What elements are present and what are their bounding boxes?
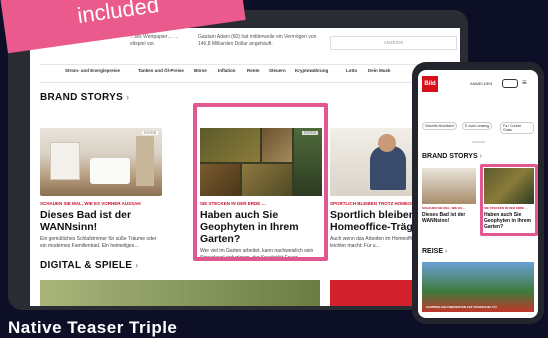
- divider: [40, 82, 460, 83]
- mobile-bath-image[interactable]: [422, 168, 476, 204]
- chevron-right-icon: ›: [479, 153, 482, 160]
- nav-item[interactable]: Kryptowährung: [295, 68, 328, 73]
- ad-box[interactable]: ANZEIGE: [330, 36, 457, 50]
- section-label: BRAND STORYS: [422, 153, 478, 160]
- chevron-right-icon: ›: [126, 92, 130, 102]
- topic-nav: Strom- und Energiepreise Tanken und Öl-P…: [30, 68, 460, 78]
- bathroom-image: FOTOS: [40, 128, 162, 196]
- mobile-section-brand[interactable]: BRAND STORYS ›: [422, 153, 482, 160]
- desktop-screen: …tes Wertpapier… …eltspiel vor. Gautam A…: [30, 28, 460, 306]
- divider: [40, 64, 460, 65]
- teaser-description: Ein gemütliches Schlafzimmer für süße Tr…: [40, 236, 157, 249]
- pill[interactable]: Virtuelle Mondfahrt: [422, 122, 458, 130]
- bottom-title: Native Teaser Triple: [8, 318, 178, 337]
- pill[interactable]: Fa-i Courier Gutsc: [500, 122, 534, 134]
- laptop-frame: …tes Wertpapier… …eltspiel vor. Gautam A…: [8, 10, 468, 310]
- digital-teaser-image[interactable]: [40, 280, 320, 306]
- mobile-screen: Bild ANMELDEN ≡ Virtuelle Mondfahrt E-Au…: [418, 70, 538, 318]
- reise-caption: CAMPING-GELÜBERKSTEN AUF PAVASCHEL CÚ: [426, 305, 497, 309]
- article-snippet[interactable]: Gautam Adani (60) hat mittlerweile ein V…: [198, 34, 328, 48]
- nav-item[interactable]: Strom- und Energiepreise: [65, 68, 120, 73]
- nav-item[interactable]: Rente: [247, 68, 260, 73]
- mobile-highlight-frame: [480, 164, 538, 236]
- chevron-right-icon: ›: [445, 248, 448, 255]
- phone-frame: Bild ANMELDEN ≡ Virtuelle Mondfahrt E-Au…: [412, 62, 544, 324]
- section-label: REISE: [422, 248, 444, 255]
- teaser-kicker: SCHAUEN SIE MAL, WIE ES VORHER AUSSAH: [40, 201, 141, 206]
- menu-icon[interactable]: ≡: [522, 78, 527, 87]
- nav-item[interactable]: Börse: [194, 68, 207, 73]
- nav-item[interactable]: Tanken und Öl-Preise: [138, 68, 184, 73]
- toggle-icon[interactable]: [502, 79, 518, 88]
- ad-label: ANZEIGE: [472, 140, 486, 144]
- pill-row: Virtuelle Mondfahrt E-Auto Leasing Fa-i …: [422, 122, 534, 134]
- article-snippet-left: …tes Wertpapier… …eltspiel vor.: [130, 34, 179, 47]
- section-title-brand[interactable]: BRAND STORYS ›: [40, 92, 129, 103]
- nav-item[interactable]: Steuern: [269, 68, 286, 73]
- mobile-reise-image[interactable]: CAMPING-GELÜBERKSTEN AUF PAVASCHEL CÚ: [422, 262, 534, 312]
- mobile-section-reise[interactable]: REISE ›: [422, 248, 447, 255]
- mobile-headline[interactable]: Dieses Bad ist der WANNsinn!: [422, 212, 476, 224]
- badge-line-2: included: [75, 0, 161, 29]
- nav-item[interactable]: Inflation: [218, 68, 236, 73]
- mobile-kicker: SCHAUEN SIE MAL, WIE ES…: [422, 206, 466, 210]
- teaser-headline[interactable]: Dieses Bad ist der WANNsinn!: [40, 209, 162, 233]
- login-link[interactable]: ANMELDEN: [470, 81, 492, 86]
- chevron-right-icon: ›: [135, 260, 139, 270]
- section-label: DIGITAL & SPIELE: [40, 260, 133, 271]
- photo-tag: FOTOS: [142, 131, 158, 135]
- section-label: BRAND STORYS: [40, 92, 124, 103]
- pill[interactable]: E-Auto Leasing: [462, 122, 492, 130]
- highlight-frame: [193, 103, 328, 261]
- teaser-card-bath[interactable]: FOTOS SCHAUEN SIE MAL, WIE ES VORHER AUS…: [40, 128, 162, 249]
- bild-logo[interactable]: Bild: [422, 76, 438, 92]
- nav-item[interactable]: Lotto: [346, 68, 357, 73]
- nav-item[interactable]: Dein Musk: [368, 68, 391, 73]
- section-title-digital[interactable]: DIGITAL & SPIELE ›: [40, 260, 139, 271]
